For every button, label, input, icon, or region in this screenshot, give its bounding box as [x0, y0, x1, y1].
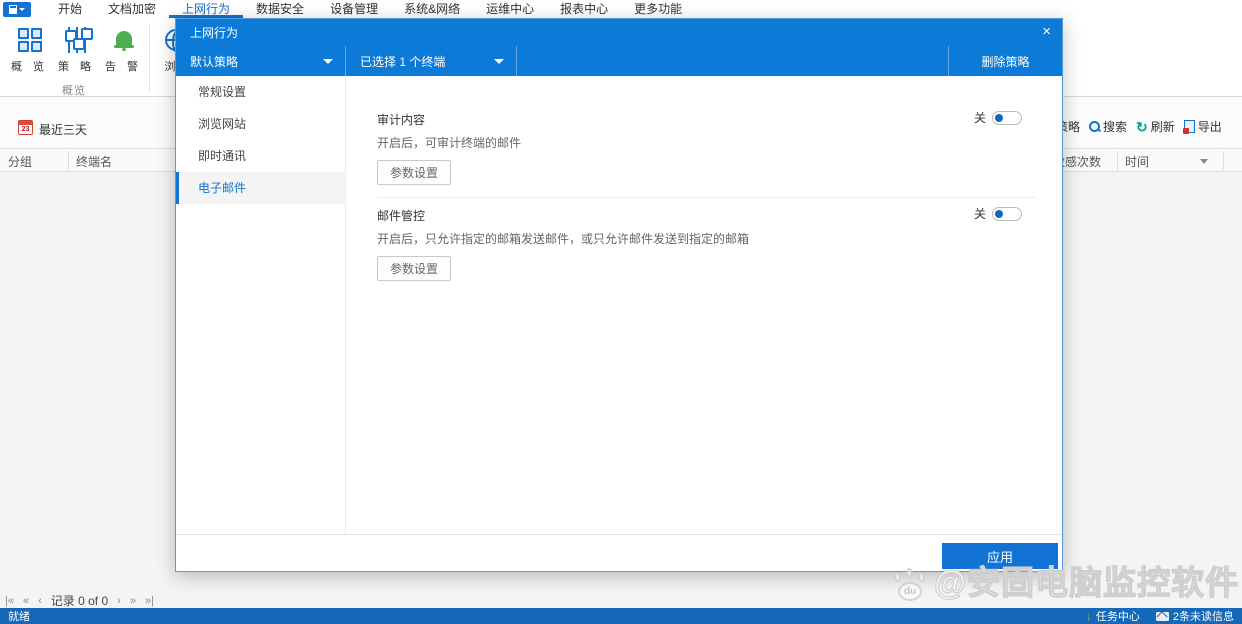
bell-icon [113, 30, 134, 51]
ribbon-overview-button[interactable]: 概 览 [6, 18, 53, 92]
fast-prev-icon[interactable]: « [23, 595, 29, 607]
menu-item-device-mgmt[interactable]: 设备管理 [317, 0, 391, 18]
section-title-audit-content: 审计内容 [377, 113, 426, 127]
chevron-down-icon [323, 58, 333, 64]
mail-control-toggle-row: 关 [974, 205, 1022, 222]
menu-item-internet-behavior[interactable]: 上网行为 [169, 0, 243, 18]
toolbar-spacer [517, 46, 949, 76]
audit-toggle-row: 关 [974, 109, 1022, 126]
chevron-down-icon[interactable] [1200, 159, 1208, 164]
sliders-icon [64, 27, 93, 53]
envelope-icon [1155, 611, 1169, 621]
app-menu-button[interactable] [3, 1, 31, 17]
list-toolbar: 策略 搜索 ↻ 刷新 导出 [1044, 118, 1222, 135]
column-header-time[interactable]: 时间 [1125, 153, 1149, 170]
search-icon [1089, 121, 1101, 132]
policy-select[interactable]: 默认策略 [176, 46, 346, 76]
app-grid-icon [9, 4, 17, 14]
task-center-button[interactable]: ↓ 任务中心 [1086, 608, 1140, 624]
menu-item-ops-center[interactable]: 运维中心 [473, 0, 547, 18]
delete-policy-button[interactable]: 删除策略 [949, 46, 1062, 76]
ribbon-button-label: 策 略 [57, 61, 96, 73]
column-header-group[interactable]: 分组 [8, 153, 32, 170]
menu-items: 开始 文档加密 上网行为 数据安全 设备管理 系统&网络 运维中心 报表中心 更… [45, 0, 695, 18]
last-page-icon[interactable]: »| [145, 595, 154, 607]
toggle-knob [995, 209, 1003, 218]
ribbon-alert-button[interactable]: 告 警 [100, 18, 147, 92]
footer-divider [176, 534, 1062, 535]
menu-item-data-security[interactable]: 数据安全 [243, 0, 317, 18]
section-description: 开启后，可审计终端的邮件 [377, 136, 522, 150]
next-page-icon[interactable]: › [117, 595, 121, 607]
search-button[interactable]: 搜索 [1089, 118, 1127, 135]
audit-content-toggle[interactable] [992, 110, 1022, 125]
apply-button[interactable]: 应用 [942, 543, 1058, 569]
unread-messages-button[interactable]: 2条未读信息 [1155, 608, 1234, 624]
terminal-select[interactable]: 已选择 1 个终端 [346, 46, 517, 76]
sidebar-item-im[interactable]: 即时通讯 [176, 140, 345, 172]
column-separator[interactable] [1223, 151, 1224, 170]
status-ready-label: 就绪 [8, 611, 30, 623]
ribbon-group-label: 概览 [62, 85, 86, 97]
export-button[interactable]: 导出 [1182, 118, 1222, 135]
section-divider [377, 197, 1036, 198]
toggle-state-label: 关 [973, 111, 986, 125]
dialog-title-bar: 上网行为 × [176, 19, 1062, 46]
menu-bar: 开始 文档加密 上网行为 数据安全 设备管理 系统&网络 运维中心 报表中心 更… [0, 0, 1242, 18]
internet-behavior-dialog: 上网行为 × 默认策略 已选择 1 个终端 删除策略 常规设置 浏览网站 即时通… [175, 18, 1063, 572]
section-description: 开启后，只允许指定的邮箱发送邮件，或只允许邮件发送到指定的邮箱 [377, 232, 750, 246]
dialog-sidebar: 常规设置 浏览网站 即时通讯 电子邮件 [176, 76, 346, 534]
record-count-label: 记录 0 of 0 [50, 594, 109, 608]
menu-item-start[interactable]: 开始 [45, 0, 95, 18]
menu-item-system-network[interactable]: 系统&网络 [391, 0, 473, 18]
column-header-terminal[interactable]: 终端名 [76, 153, 112, 170]
column-separator[interactable] [1117, 151, 1118, 170]
menu-item-doc-encrypt[interactable]: 文档加密 [95, 0, 169, 18]
pagination-bar: |« « ‹ 记录 0 of 0 › » »| [5, 592, 154, 609]
dialog-body: 常规设置 浏览网站 即时通讯 电子邮件 审计内容 关 开启后，可审计终端的邮件 … [176, 76, 1062, 571]
chevron-down-icon [19, 7, 25, 11]
section-title-mail-control: 邮件管控 [377, 209, 426, 223]
date-range-filter[interactable]: 最近三天 [39, 121, 87, 138]
calendar-icon: 23 [18, 120, 33, 135]
chevron-down-icon [494, 58, 504, 64]
sidebar-item-email[interactable]: 电子邮件 [176, 172, 345, 204]
refresh-button[interactable]: ↻ 刷新 [1136, 118, 1175, 135]
menu-item-more-features[interactable]: 更多功能 [621, 0, 695, 18]
dialog-title: 上网行为 [190, 26, 239, 40]
grid-icon [17, 28, 42, 52]
toggle-state-label: 关 [973, 207, 986, 221]
menu-item-report-center[interactable]: 报表中心 [547, 0, 621, 18]
audit-param-settings-button[interactable]: 参数设置 [377, 160, 452, 185]
prev-page-icon[interactable]: ‹ [38, 595, 42, 607]
ribbon-button-label: 告 警 [104, 61, 143, 73]
ribbon-policy-button[interactable]: 策 略 [53, 18, 100, 92]
ribbon-button-label: 概 览 [10, 61, 49, 73]
first-page-icon[interactable]: |« [5, 595, 14, 607]
status-bar: 就绪 ↓ 任务中心 2条未读信息 [0, 608, 1242, 624]
email-settings-panel: 审计内容 关 开启后，可审计终端的邮件 参数设置 邮件管控 关 开启后，只允许指… [346, 76, 1062, 534]
toggle-knob [995, 113, 1003, 122]
application-window: 开始 文档加密 上网行为 数据安全 设备管理 系统&网络 运维中心 报表中心 更… [0, 0, 1242, 624]
mail-control-toggle[interactable] [992, 206, 1022, 221]
mail-param-settings-button[interactable]: 参数设置 [377, 256, 452, 281]
close-icon[interactable]: × [1042, 23, 1051, 41]
download-arrow-icon: ↓ [1085, 609, 1092, 623]
ribbon-group-separator [149, 24, 150, 92]
sidebar-item-websites[interactable]: 浏览网站 [176, 108, 345, 140]
column-separator[interactable] [68, 151, 69, 170]
dialog-toolbar: 默认策略 已选择 1 个终端 删除策略 [176, 46, 1062, 76]
export-icon [1182, 120, 1195, 134]
sidebar-item-general[interactable]: 常规设置 [176, 76, 345, 108]
fast-next-icon[interactable]: » [130, 595, 136, 607]
refresh-icon: ↻ [1136, 118, 1148, 135]
